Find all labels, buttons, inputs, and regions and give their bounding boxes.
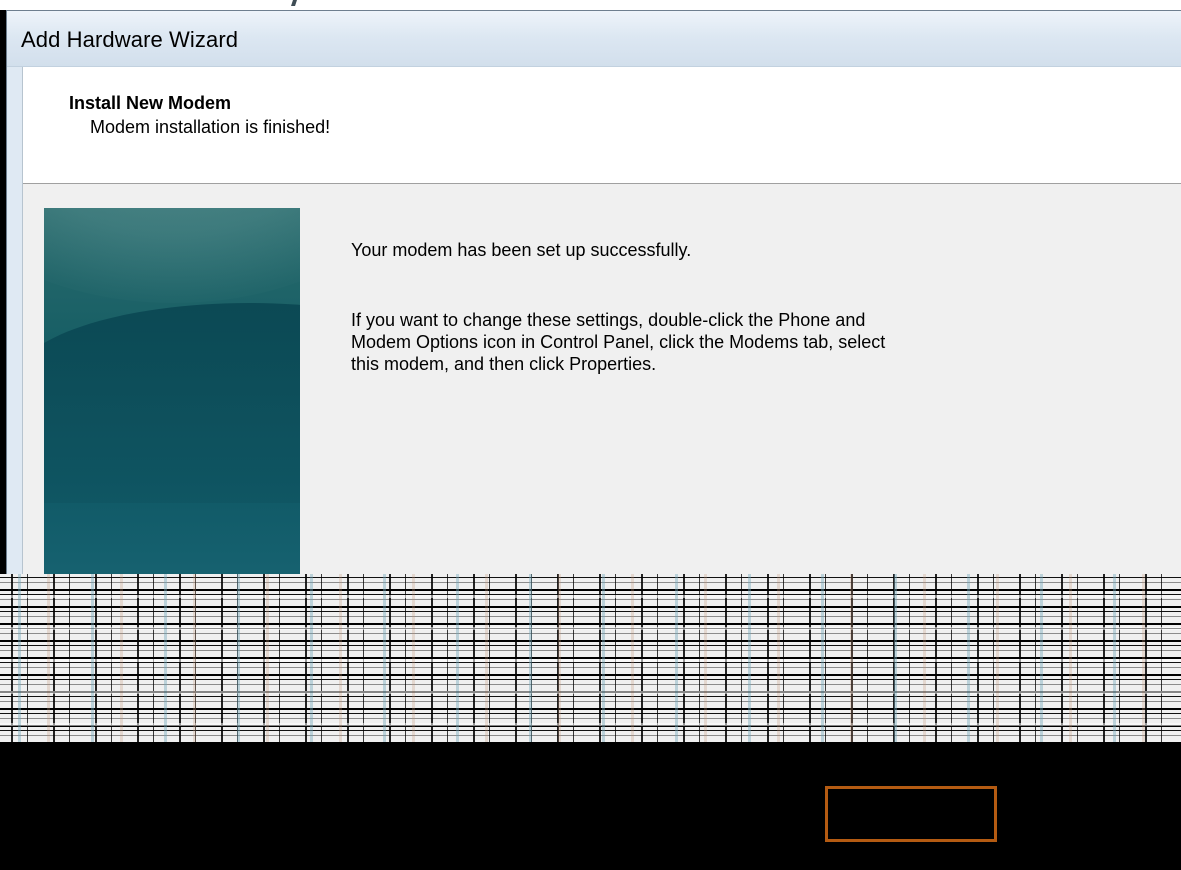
corrupted-display-band (0, 574, 1181, 742)
highlight-frame (825, 786, 997, 842)
settings-help-message: If you want to change these settings, do… (351, 310, 886, 374)
screen: Add Hardware Wizard Install New Modem Mo… (0, 0, 1181, 870)
top-strip-mark (291, 0, 297, 6)
setup-success-message: Your modem has been set up successfully. (351, 240, 692, 260)
wizard-step-title: Install New Modem (69, 93, 232, 113)
wizard-header-panel: Install New Modem Modem installation is … (23, 67, 1181, 184)
top-screen-strip (0, 0, 1181, 10)
black-screen-area (0, 742, 1181, 870)
window-title-bar[interactable]: Add Hardware Wizard (7, 11, 1181, 67)
wizard-step-subtitle: Modem installation is finished! (90, 117, 331, 137)
window-title: Add Hardware Wizard (21, 27, 239, 52)
